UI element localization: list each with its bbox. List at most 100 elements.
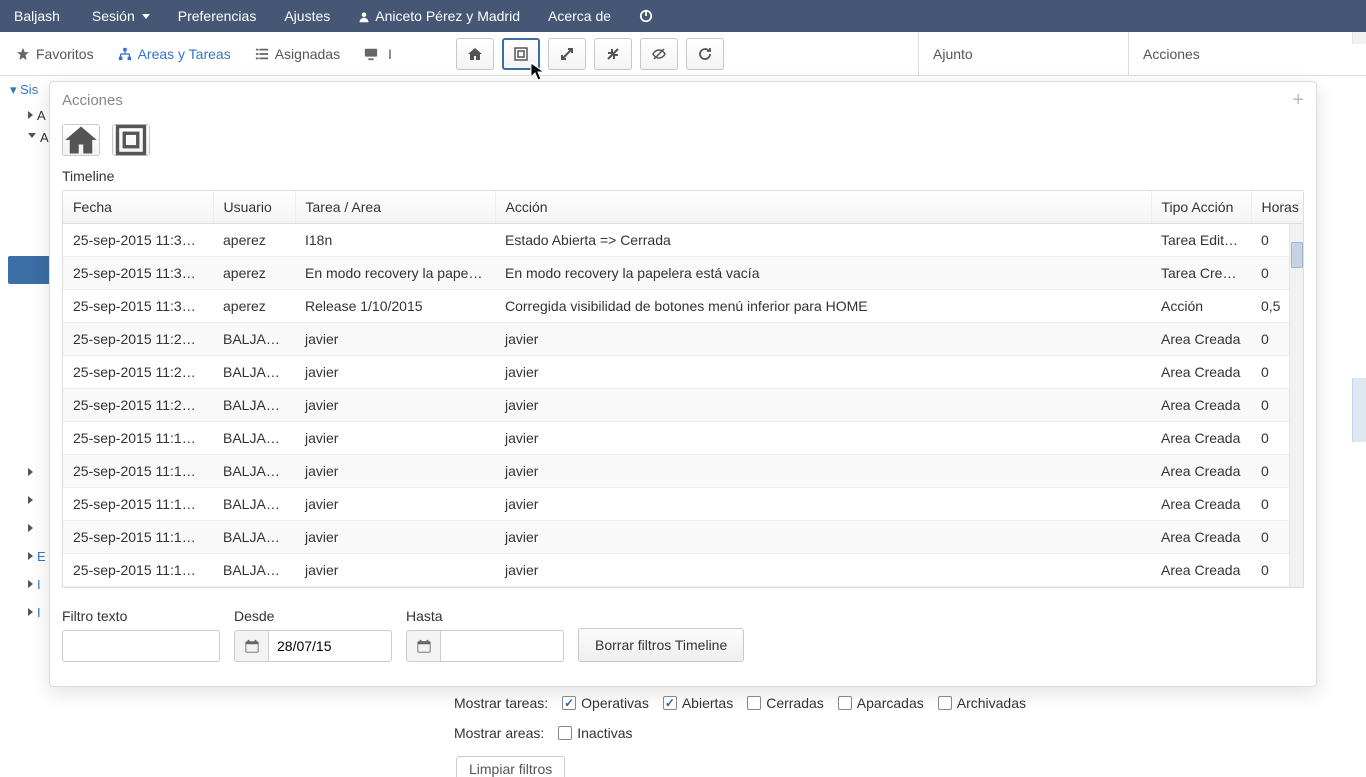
table-row[interactable]: 25-sep-2015 11:36:49aperezEn modo recove… [63,257,1303,290]
table-row[interactable]: 25-sep-2015 11:16:24BALJASHjavierjavierA… [63,521,1303,554]
mostrar-areas-label: Mostrar areas: [454,725,544,741]
home-button[interactable] [456,38,494,70]
caret-right-icon [28,552,33,560]
scrollbar-thumb[interactable] [1291,242,1303,268]
toolbar-row: Favoritos Areas y Tareas Asignadas I ‹ ›… [0,32,1366,76]
page-scrollbar-thumb[interactable] [1352,378,1366,442]
tree-root-label: Sis [20,82,38,97]
filter-text-input[interactable] [62,630,220,662]
cell-tipo: Acción [1151,290,1251,323]
fullscreen-button[interactable] [548,38,586,70]
tree-lower-6[interactable]: I [28,598,46,626]
prefs-label: Preferencias [178,8,257,24]
menu-preferences[interactable]: Preferencias [164,0,271,32]
tree-node-2[interactable]: A [28,126,49,148]
tab-monitor[interactable]: I [352,32,400,76]
list-icon [255,47,269,61]
cell-tipo: Area Creada [1151,389,1251,422]
table-row[interactable]: 25-sep-2015 11:29:26BALJASHjavierjavierA… [63,323,1303,356]
refresh-button[interactable] [686,38,724,70]
table-row[interactable]: 25-sep-2015 11:37:43aperezI18nEstado Abi… [63,224,1303,257]
cell-tarea: javier [295,521,495,554]
table-row[interactable]: 25-sep-2015 11:16:51BALJASHjavierjavierA… [63,488,1303,521]
menu-brand[interactable]: Baljash [8,0,78,32]
cell-tipo: Area Creada [1151,422,1251,455]
checkbox-inactivas[interactable] [558,726,572,740]
star-icon [16,47,30,61]
cell-usuario: BALJASH [213,323,295,356]
tab-areas[interactable]: Areas y Tareas [106,32,243,76]
menu-power[interactable] [625,0,667,32]
tree-selected-row[interactable] [8,256,50,284]
caret-down-icon [28,133,36,142]
header-ajunto: Ajunto [918,32,1128,76]
tree-lower-5[interactable]: I [28,570,46,598]
col-tipo[interactable]: Tipo Acción [1151,191,1251,224]
cell-tarea: javier [295,323,495,356]
popup-home-button[interactable] [62,124,100,156]
cell-tarea: javier [295,422,495,455]
menu-session[interactable]: Sesión [78,0,164,32]
cell-usuario: BALJASH [213,521,295,554]
shrink-button[interactable] [594,38,632,70]
tree-node-label: I [37,605,41,620]
cell-tarea: javier [295,488,495,521]
calendar-icon[interactable] [406,630,440,662]
limpiar-filtros-button[interactable]: Limpiar filtros [456,756,565,777]
table-row[interactable]: 25-sep-2015 11:15:30BALJASHjavierjavierA… [63,554,1303,587]
timeline-filters: Filtro texto Desde Hasta Borrar filtros … [50,588,1316,662]
checkbox-archivadas[interactable] [938,696,952,710]
clear-btn-label: Borrar filtros Timeline [595,637,727,653]
cell-usuario: aperez [213,224,295,257]
checkbox-cerradas[interactable] [747,696,761,710]
menu-settings[interactable]: Ajustes [270,0,344,32]
clear-timeline-filters-button[interactable]: Borrar filtros Timeline [578,628,744,662]
col-tarea[interactable]: Tarea / Area [295,191,495,224]
col-usuario[interactable]: Usuario [213,191,295,224]
tree-node-label: I [37,577,41,592]
filter-desde-group: Desde [234,608,392,662]
cell-tipo: Area Creada [1151,554,1251,587]
col-fecha[interactable]: Fecha [63,191,213,224]
table-row[interactable]: 25-sep-2015 11:19:08BALJASHjavierjavierA… [63,422,1303,455]
popup-add-icon[interactable]: + [1292,89,1304,112]
cell-fecha: 25-sep-2015 11:15:30 [63,554,213,587]
table-row[interactable]: 25-sep-2015 11:21:19BALJASHjavierjavierA… [63,389,1303,422]
expand-button[interactable] [502,38,540,70]
cell-tipo: Tarea Editada [1151,224,1251,257]
page-scrollbar[interactable] [1352,32,1366,44]
tree-node-label: A [37,108,46,123]
table-row[interactable]: 25-sep-2015 11:19:04BALJASHjavierjavierA… [63,455,1303,488]
filter-desde-input[interactable] [268,630,392,662]
menu-about[interactable]: Acerca de [534,0,625,32]
table-row[interactable]: 25-sep-2015 11:23:06BALJASHjavierjavierA… [63,356,1303,389]
cell-tarea: Release 1/10/2015 [295,290,495,323]
tab-favorites[interactable]: Favoritos [4,32,106,76]
col-horas[interactable]: Horas [1251,191,1303,224]
tree-lower-1[interactable] [28,458,46,486]
menu-user[interactable]: Aniceto Pérez y Madrid [344,0,534,32]
table-row[interactable]: 25-sep-2015 11:35:49aperezRelease 1/10/2… [63,290,1303,323]
cell-fecha: 25-sep-2015 11:37:43 [63,224,213,257]
popup-collapse-button[interactable] [112,124,150,156]
tree-root[interactable]: ▾ Sis [10,82,38,98]
table-scrollbar[interactable] [1289,224,1303,587]
checkbox-operativas[interactable] [562,696,576,710]
checkbox-aparcadas[interactable] [838,696,852,710]
checkbox-abiertas[interactable] [663,696,677,710]
hide-button[interactable] [640,38,678,70]
inactivas-label: Inactivas [577,725,632,741]
tree-node-label: A [40,130,49,145]
tree-lower-2[interactable] [28,486,46,514]
header-acciones: Acciones [1128,32,1366,76]
tab-areas-label: Areas y Tareas [138,46,231,62]
tab-assigned[interactable]: Asignadas [243,32,352,76]
caret-right-icon [28,580,33,588]
tree-lower-4[interactable]: E [28,542,46,570]
tree-node-1[interactable]: A [28,104,49,126]
calendar-icon[interactable] [234,630,268,662]
cell-fecha: 25-sep-2015 11:19:08 [63,422,213,455]
filter-hasta-input[interactable] [440,630,564,662]
col-accion[interactable]: Acción [495,191,1151,224]
tree-lower-3[interactable] [28,514,46,542]
